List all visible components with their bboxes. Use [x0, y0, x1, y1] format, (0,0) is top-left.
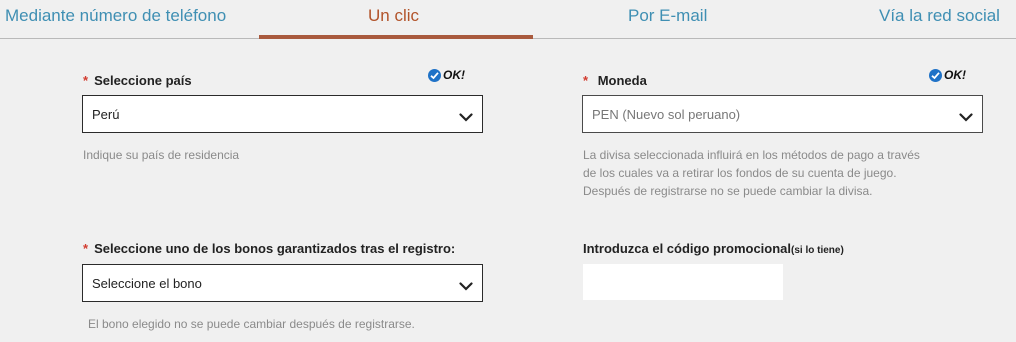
currency-select[interactable]: PEN (Nuevo sol peruano) — [582, 95, 983, 133]
currency-help-line: Después de registrarse no se puede cambi… — [583, 184, 873, 198]
currency-ok-badge: OK! — [929, 68, 966, 82]
promo-code-input[interactable] — [583, 264, 783, 300]
bonus-label-text: Seleccione uno de los bonos garantizados… — [94, 241, 456, 256]
required-mark: * — [83, 241, 89, 256]
promo-label: Introduzca el código promocional(si lo t… — [583, 241, 844, 256]
ok-text: OK! — [944, 68, 966, 82]
ok-text: OK! — [443, 68, 465, 82]
required-mark: * — [583, 73, 589, 88]
country-label-text: Seleccione país — [94, 73, 192, 88]
check-circle-icon — [929, 68, 942, 82]
required-mark: * — [83, 73, 89, 88]
check-circle-icon — [428, 68, 441, 82]
bonus-select[interactable]: Seleccione el bono — [82, 264, 483, 302]
currency-help-line: La divisa seleccionada influirá en los m… — [583, 148, 920, 162]
currency-select-value: PEN (Nuevo sol peruano) — [592, 107, 741, 122]
bonus-label: * Seleccione uno de los bonos garantizado… — [83, 241, 455, 256]
bonus-help: El bono elegido no se puede cambiar desp… — [88, 317, 415, 331]
country-select-value: Perú — [92, 107, 120, 122]
active-tab-indicator — [259, 35, 533, 39]
tab-phone[interactable]: Mediante número de teléfono — [5, 0, 226, 36]
country-select[interactable]: Perú — [82, 95, 483, 133]
tab-one-click[interactable]: Un clic — [368, 0, 419, 36]
promo-label-hint: (si lo tiene) — [791, 245, 844, 256]
currency-label-text: Moneda — [597, 73, 647, 88]
currency-label: * Moneda — [583, 73, 647, 88]
bonus-select-value: Seleccione el bono — [92, 276, 202, 291]
tab-email[interactable]: Por E-mail — [628, 0, 707, 36]
country-ok-badge: OK! — [428, 68, 465, 82]
country-help: Indique su país de residencia — [83, 148, 240, 162]
country-label: * Seleccione país — [83, 73, 192, 88]
chevron-down-icon — [959, 110, 973, 125]
currency-help: La divisa seleccionada influirá en los m… — [583, 146, 993, 200]
currency-help-line: de los cuales va a retirar los fondos de… — [583, 166, 897, 180]
tab-social[interactable]: Vía la red social — [879, 0, 1000, 36]
registration-tabs: Mediante número de teléfono Un clic Por … — [0, 0, 1016, 39]
promo-label-text: Introduzca el código promocional — [583, 241, 792, 256]
chevron-down-icon — [459, 110, 473, 125]
chevron-down-icon — [459, 279, 473, 294]
